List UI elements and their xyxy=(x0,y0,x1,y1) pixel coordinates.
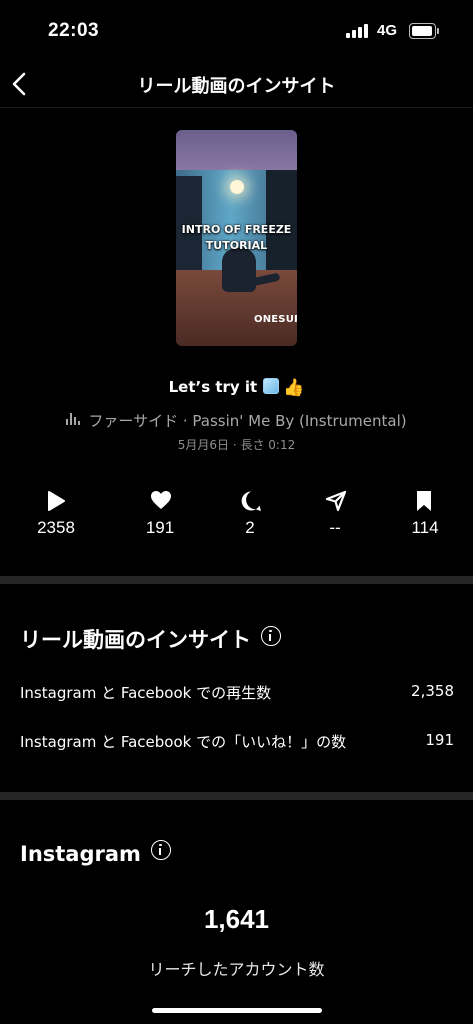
status-time: 22:03 xyxy=(48,20,100,41)
reach-count: 1,641 xyxy=(203,904,270,934)
section-divider xyxy=(0,792,473,800)
home-indicator[interactable] xyxy=(152,1008,322,1013)
stat-shares: -- xyxy=(290,488,380,538)
header: リール動画のインサイト xyxy=(0,62,473,108)
post-caption: Let’s try it 👍 xyxy=(168,378,305,398)
signal-icon xyxy=(346,24,370,38)
network-type: 4G xyxy=(377,22,398,39)
instagram-section-title: Instagram xyxy=(20,840,171,866)
thumbnail-brand: ONESUP xyxy=(254,314,297,325)
stat-saves: 114 xyxy=(380,488,470,538)
song-info[interactable]: ファーサイド · Passin' Me By (Instrumental) xyxy=(0,410,473,431)
stats-row: 2358 191 2 -- 114 xyxy=(0,488,473,544)
bookmark-icon xyxy=(417,491,431,511)
post-meta: 5月月6日 · 長さ 0:12 xyxy=(177,438,296,452)
reel-thumbnail[interactable]: INTRO OF FREEZE TUTORIAL ONESUP xyxy=(176,130,297,346)
page-title: リール動画のインサイト xyxy=(137,76,336,97)
comment-icon xyxy=(241,491,261,511)
stat-likes: 191 xyxy=(115,488,205,538)
section-divider xyxy=(0,576,473,584)
stat-comments: 2 xyxy=(205,488,295,538)
ice-cube-emoji-icon xyxy=(263,378,280,394)
reel-insights-title: リール動画のインサイト xyxy=(20,624,281,654)
status-bar: 22:03 4G xyxy=(0,0,473,62)
thumbnail-title: INTRO OF FREEZE TUTORIAL xyxy=(181,223,292,252)
info-icon[interactable] xyxy=(261,626,281,646)
reach-label: リーチしたアカウント数 xyxy=(148,960,325,979)
audio-wave-icon xyxy=(66,413,82,427)
share-icon xyxy=(325,490,347,512)
play-icon xyxy=(48,491,65,511)
stat-plays: 2358 xyxy=(11,488,101,538)
battery-icon xyxy=(409,23,439,39)
thumbs-up-emoji-icon: 👍 xyxy=(283,378,305,398)
info-icon[interactable] xyxy=(150,840,171,860)
heart-icon xyxy=(151,491,171,509)
